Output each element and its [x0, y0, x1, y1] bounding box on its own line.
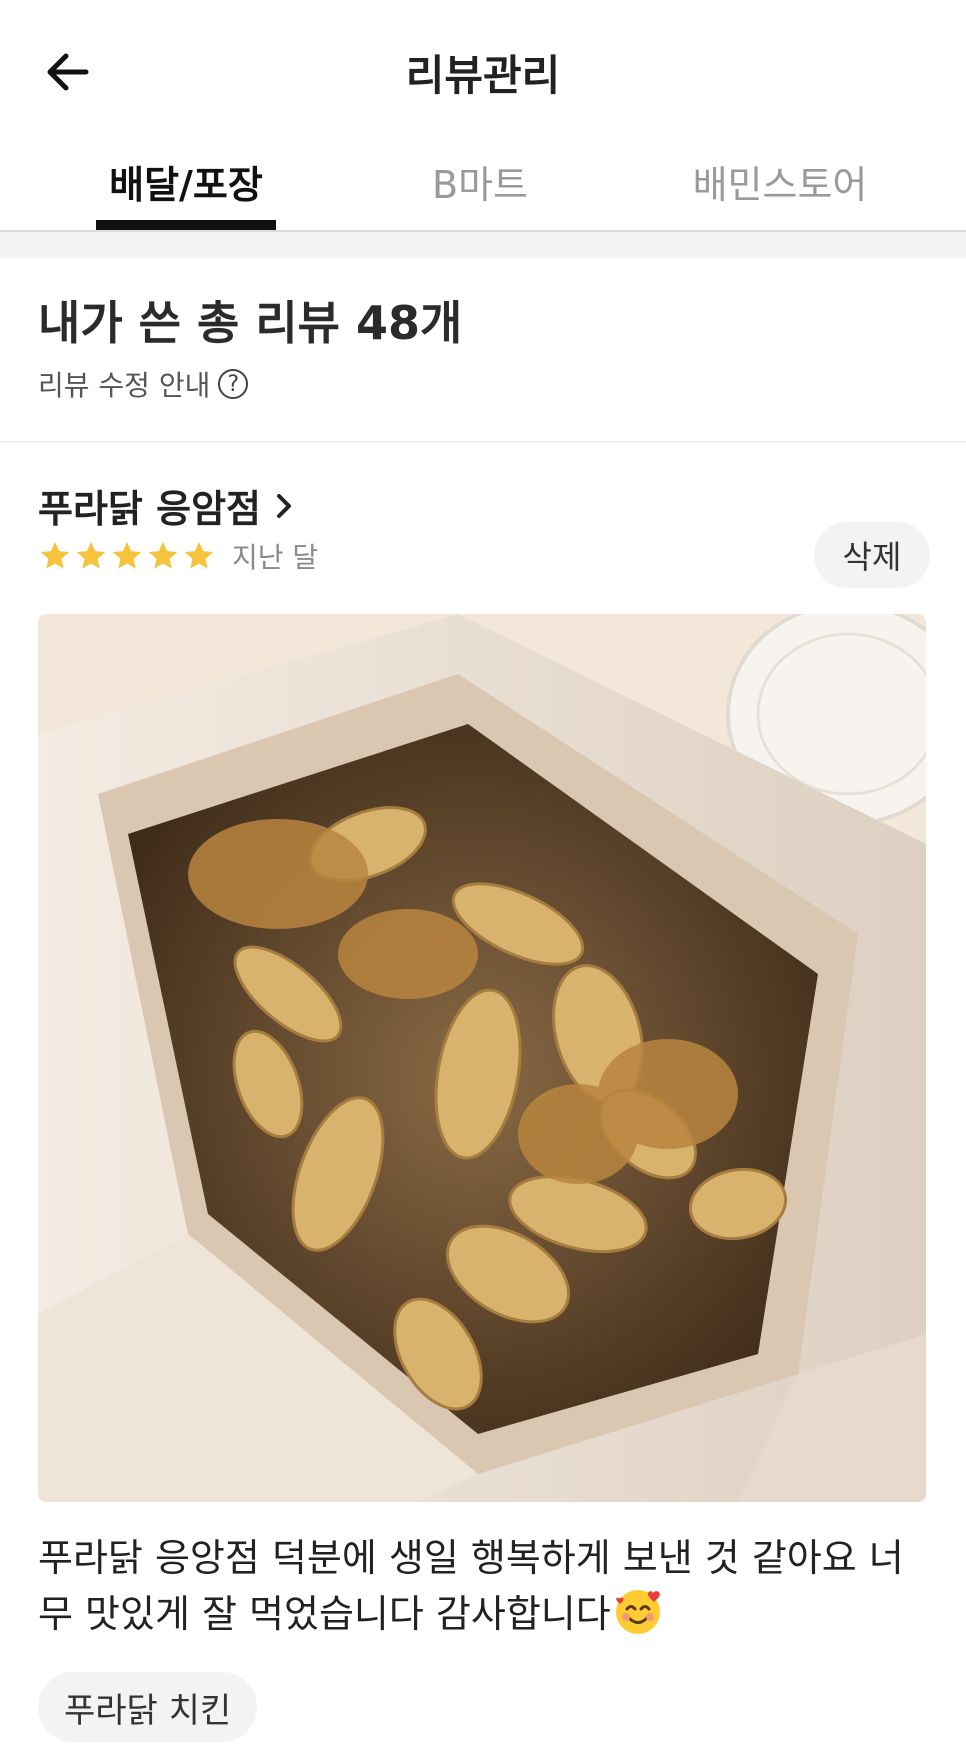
review-edit-guide-label: 리뷰 수정 안내	[38, 369, 211, 402]
review-count-title: 내가 쓴 총 리뷰 48개	[38, 296, 463, 350]
star-icon	[76, 541, 106, 569]
tab-bmart[interactable]: B마트	[380, 154, 580, 230]
store-name: 푸라닭 응암점	[38, 487, 261, 531]
star-icon	[184, 541, 214, 569]
star-rating	[38, 539, 218, 573]
active-tab-indicator	[96, 220, 276, 230]
star-icon	[40, 541, 70, 569]
smiling-face-with-hearts-icon	[613, 1587, 663, 1637]
store-link[interactable]: 푸라닭 응암점	[38, 478, 295, 533]
menu-tag[interactable]: 푸라닭 치킨	[38, 1672, 258, 1742]
food-photo-illustration	[38, 614, 926, 1502]
rating-row: 지난 달	[38, 536, 318, 576]
top-bar: 리뷰관리	[0, 0, 966, 140]
review-summary: 내가 쓴 총 리뷰 48개 리뷰 수정 안내 ?	[38, 290, 928, 404]
tab-bar: 배달/포장 B마트 배민스토어	[0, 140, 966, 232]
review-edit-guide[interactable]: 리뷰 수정 안내 ?	[38, 364, 928, 404]
divider	[0, 441, 966, 443]
question-circle-icon[interactable]: ?	[218, 369, 249, 399]
star-icon	[112, 541, 142, 569]
tab-delivery[interactable]: 배달/포장	[86, 154, 286, 230]
section-separator	[0, 232, 966, 258]
chevron-right-icon	[273, 491, 295, 521]
review-text: 푸라닭 응앙점 덕분에 생일 행복하게 보낸 것 같아요 너무 맛있게 잘 먹었…	[38, 1530, 938, 1642]
delete-button[interactable]: 삭제	[814, 522, 930, 588]
review-date: 지난 달	[232, 541, 319, 574]
star-icon	[148, 541, 178, 569]
page-title: 리뷰관리	[405, 51, 561, 100]
review-photo[interactable]	[38, 614, 926, 1502]
tab-baemin-store[interactable]: 배민스토어	[670, 154, 890, 230]
review-body: 푸라닭 응앙점 덕분에 생일 행복하게 보낸 것 같아요 너무 맛있게 잘 먹었…	[38, 1536, 904, 1636]
